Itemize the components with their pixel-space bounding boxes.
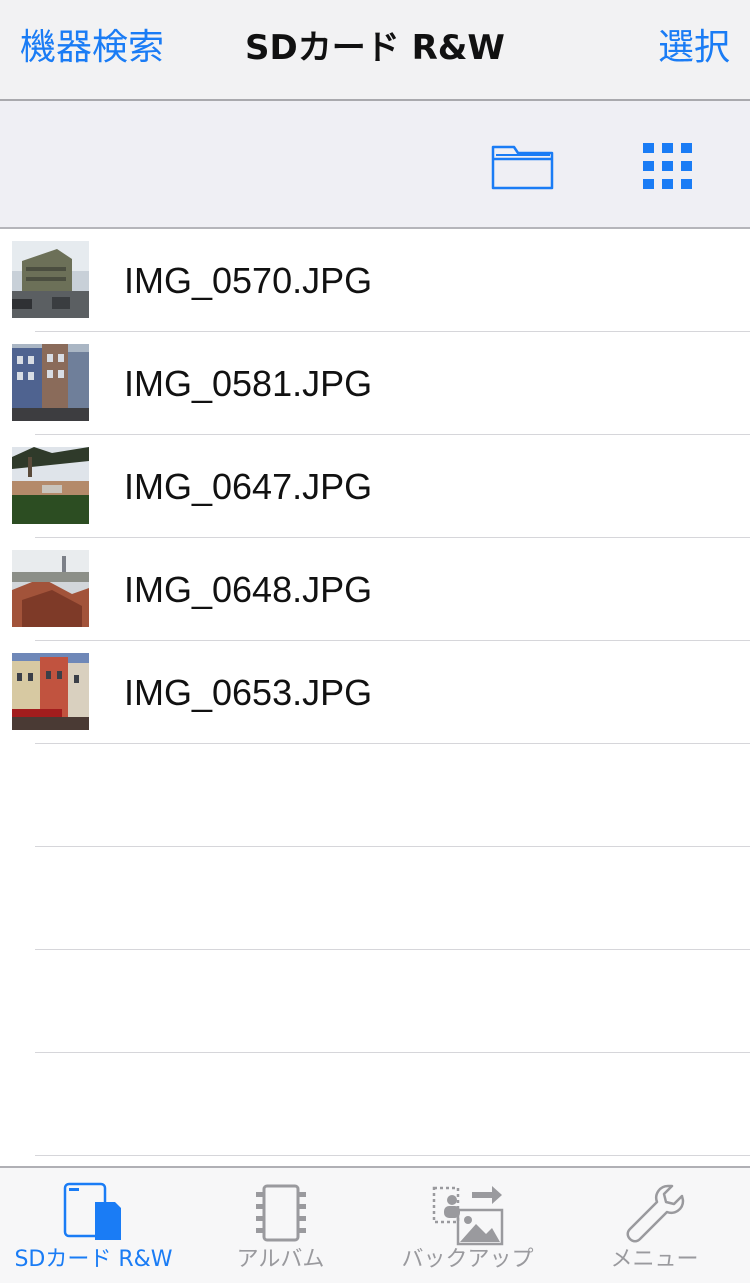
grid-view-icon[interactable] (643, 143, 695, 197)
file-name: IMG_0653.JPG (124, 672, 373, 713)
file-row[interactable]: IMG_0648.JPG (0, 538, 750, 641)
thumbnail-image (12, 653, 89, 730)
tab-album[interactable]: アルバム (187, 1168, 374, 1283)
file-row[interactable]: IMG_0647.JPG (0, 435, 750, 538)
tab-label: SDカード R&W (14, 1247, 173, 1272)
file-row[interactable]: IMG_0581.JPG (0, 332, 750, 435)
tab-label: メニュー (610, 1247, 699, 1272)
wrench-icon (624, 1182, 686, 1248)
tab-label: バックアップ (401, 1247, 534, 1272)
row-divider (35, 743, 750, 744)
file-name: IMG_0570.JPG (124, 260, 373, 301)
thumbnail-image (12, 344, 89, 421)
file-name: IMG_0581.JPG (124, 363, 373, 404)
file-row[interactable]: IMG_0570.JPG (0, 229, 750, 332)
tab-label: アルバム (236, 1247, 325, 1272)
film-strip-icon (254, 1182, 308, 1248)
thumbnail-image (12, 241, 89, 318)
row-divider (35, 846, 750, 847)
tab-sd-card[interactable]: SDカード R&W (0, 1168, 187, 1283)
tab-backup[interactable]: バックアップ (374, 1168, 561, 1283)
thumbnail-image (12, 550, 89, 627)
row-divider (35, 1155, 750, 1156)
sd-card-icon (63, 1182, 125, 1248)
tab-bar: SDカード R&W アルバム バックアップ メニュー (0, 1166, 750, 1283)
folder-icon[interactable] (490, 139, 556, 195)
navigation-bar: 機器検索 SDカード R&W 選択 (0, 0, 750, 101)
tab-menu[interactable]: メニュー (561, 1168, 748, 1283)
row-divider (35, 949, 750, 950)
toolbar (0, 101, 750, 229)
backup-icon (430, 1182, 506, 1252)
select-button[interactable]: 選択 (658, 24, 730, 72)
row-divider (35, 1052, 750, 1053)
file-name: IMG_0647.JPG (124, 466, 373, 507)
thumbnail-image (12, 447, 89, 524)
file-row[interactable]: IMG_0653.JPG (0, 641, 750, 744)
page-title: SDカード R&W (245, 28, 505, 68)
file-name: IMG_0648.JPG (124, 569, 373, 610)
